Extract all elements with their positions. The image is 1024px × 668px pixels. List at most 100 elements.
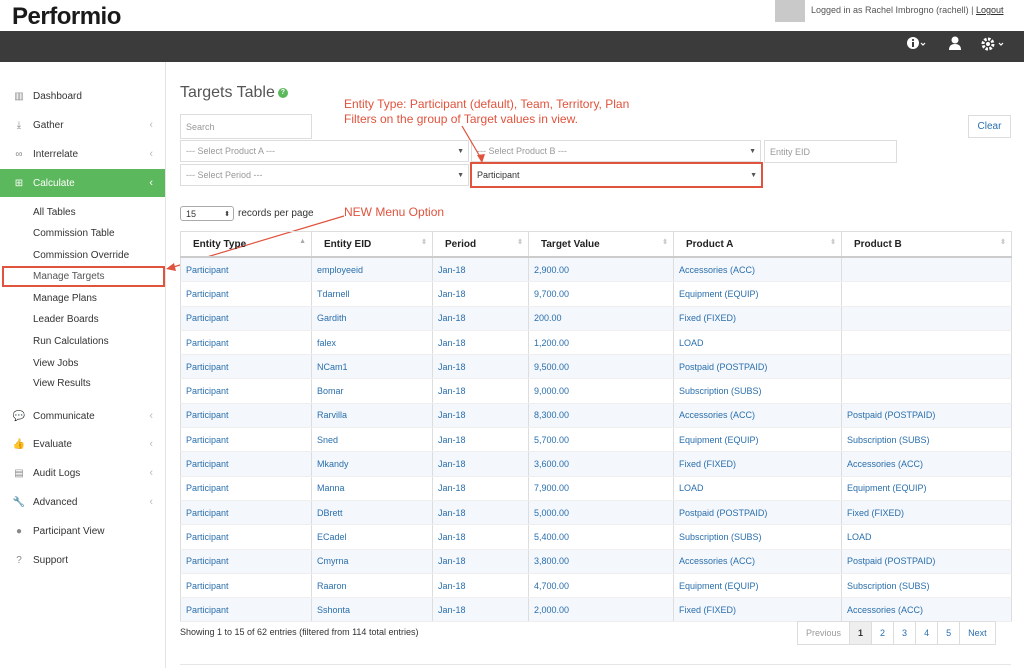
cell-product-a[interactable]: Postpaid (POSTPAID) [673,354,842,380]
cell-entity-eid[interactable]: Raaron [311,573,433,599]
pagination-previous[interactable]: Previous [797,621,851,645]
cell-period[interactable]: Jan-18 [432,549,529,574]
cell-target-value[interactable]: 9,500.00 [528,354,674,380]
cell-entity-eid[interactable]: Cmyrna [311,549,433,574]
cell-target-value[interactable]: 3,800.00 [528,549,674,574]
pagination-page-5[interactable]: 5 [937,621,961,645]
cell-target-value[interactable]: 200.00 [528,306,674,331]
table-row[interactable]: Participant Mkandy Jan-18 3,600.00 Fixed (FI… [180,451,1012,477]
cell-entity-type[interactable]: Participant [180,306,312,331]
cell-product-a[interactable]: Fixed (FIXED) [673,597,842,623]
cell-product-a[interactable]: Fixed (FIXED) [673,306,842,331]
cell-product-b[interactable] [841,281,1012,307]
cell-product-b[interactable]: Fixed (FIXED) [841,500,1012,526]
cell-product-b[interactable]: Accessories (ACC) [841,451,1012,477]
cell-entity-eid[interactable]: NCam1 [311,354,433,380]
cell-target-value[interactable]: 3,600.00 [528,451,674,477]
cell-product-a[interactable]: Fixed (FIXED) [673,451,842,477]
cell-product-b[interactable]: Postpaid (POSTPAID) [841,549,1012,574]
column-header-product-b[interactable]: Product B ⬍ [841,231,1012,258]
cell-period[interactable]: Jan-18 [432,500,529,526]
cell-product-a[interactable]: Equipment (EQUIP) [673,281,842,307]
pagination-page-4[interactable]: 4 [915,621,939,645]
table-row[interactable]: Participant Tdarnell Jan-18 9,700.00 Equipme… [180,281,1012,307]
cell-entity-type[interactable]: Participant [180,549,312,574]
cell-product-b[interactable]: Postpaid (POSTPAID) [841,403,1012,429]
column-header-entity-type[interactable]: Entity Type ▲ [180,231,312,258]
cell-entity-type[interactable]: Participant [180,573,312,599]
cell-product-b[interactable]: LOAD [841,524,1012,550]
cell-target-value[interactable]: 5,400.00 [528,524,674,550]
cell-period[interactable]: Jan-18 [432,451,529,477]
cell-product-b[interactable]: Subscription (SUBS) [841,573,1012,599]
cell-target-value[interactable]: 9,000.00 [528,378,674,404]
cell-target-value[interactable]: 5,700.00 [528,427,674,453]
cell-entity-type[interactable]: Participant [180,281,312,307]
cell-period[interactable]: Jan-18 [432,427,529,453]
cell-entity-type[interactable]: Participant [180,524,312,550]
cell-entity-type[interactable]: Participant [180,354,312,380]
cell-entity-eid[interactable]: Mkandy [311,451,433,477]
cell-entity-type[interactable]: Participant [180,330,312,356]
cell-entity-type[interactable]: Participant [180,476,312,501]
cell-product-a[interactable]: Accessories (ACC) [673,549,842,574]
cell-target-value[interactable]: 5,000.00 [528,500,674,526]
cell-product-b[interactable] [841,330,1012,356]
cell-product-a[interactable]: Accessories (ACC) [673,257,842,283]
column-header-product-a[interactable]: Product A ⬍ [673,231,842,258]
cell-product-a[interactable]: Equipment (EQUIP) [673,427,842,453]
cell-entity-type[interactable]: Participant [180,403,312,429]
cell-product-a[interactable]: LOAD [673,476,842,501]
cell-product-b[interactable] [841,378,1012,404]
cell-product-a[interactable]: Subscription (SUBS) [673,378,842,404]
table-row[interactable]: Participant falex Jan-18 1,200.00 LOAD [180,330,1012,356]
table-row[interactable]: Participant Sned Jan-18 5,700.00 Equipment (… [180,427,1012,453]
cell-entity-eid[interactable]: DBrett [311,500,433,526]
cell-period[interactable]: Jan-18 [432,378,529,404]
table-row[interactable]: Participant Raaron Jan-18 4,700.00 Equipment… [180,573,1012,599]
table-row[interactable]: Participant Manna Jan-18 7,900.00 LOAD Equipm… [180,476,1012,501]
cell-period[interactable]: Jan-18 [432,597,529,623]
cell-product-a[interactable]: LOAD [673,330,842,356]
cell-target-value[interactable]: 2,900.00 [528,257,674,283]
cell-period[interactable]: Jan-18 [432,257,529,283]
cell-period[interactable]: Jan-18 [432,306,529,331]
cell-entity-eid[interactable]: Bomar [311,378,433,404]
cell-target-value[interactable]: 4,700.00 [528,573,674,599]
cell-entity-eid[interactable]: Tdarnell [311,281,433,307]
cell-entity-type[interactable]: Participant [180,451,312,477]
cell-target-value[interactable]: 2,000.00 [528,597,674,623]
cell-entity-eid[interactable]: Manna [311,476,433,501]
pagination-page-1[interactable]: 1 [849,621,873,645]
cell-product-a[interactable]: Equipment (EQUIP) [673,573,842,599]
column-header-target-value[interactable]: Target Value ⬍ [528,231,674,258]
cell-product-a[interactable]: Subscription (SUBS) [673,524,842,550]
cell-entity-type[interactable]: Participant [180,378,312,404]
cell-entity-eid[interactable]: Gardith [311,306,433,331]
pagination-page-2[interactable]: 2 [871,621,895,645]
cell-target-value[interactable]: 8,300.00 [528,403,674,429]
column-header-entity-eid[interactable]: Entity EID ⬍ [311,231,433,258]
cell-entity-eid[interactable]: employeeid [311,257,433,283]
cell-target-value[interactable]: 9,700.00 [528,281,674,307]
pagination-next[interactable]: Next [959,621,996,645]
cell-entity-eid[interactable]: Sshonta [311,597,433,623]
cell-period[interactable]: Jan-18 [432,524,529,550]
table-row[interactable]: Participant Sshonta Jan-18 2,000.00 Fixed (F… [180,597,1012,623]
cell-entity-type[interactable]: Participant [180,500,312,526]
table-row[interactable]: Participant Cmyrna Jan-18 3,800.00 Accessori… [180,549,1012,574]
cell-entity-type[interactable]: Participant [180,427,312,453]
table-row[interactable]: Participant Gardith Jan-18 200.00 Fixed (FIX… [180,306,1012,331]
cell-period[interactable]: Jan-18 [432,354,529,380]
cell-entity-type[interactable]: Participant [180,597,312,623]
cell-period[interactable]: Jan-18 [432,281,529,307]
table-row[interactable]: Participant ECadel Jan-18 5,400.00 Subscript… [180,524,1012,550]
table-row[interactable]: Participant DBrett Jan-18 5,000.00 Postpaid … [180,500,1012,526]
pagination-page-3[interactable]: 3 [893,621,917,645]
cell-product-a[interactable]: Accessories (ACC) [673,403,842,429]
cell-product-b[interactable]: Subscription (SUBS) [841,427,1012,453]
cell-product-a[interactable]: Postpaid (POSTPAID) [673,500,842,526]
cell-entity-type[interactable]: Participant [180,257,312,283]
cell-target-value[interactable]: 1,200.00 [528,330,674,356]
table-row[interactable]: Participant NCam1 Jan-18 9,500.00 Postpaid (… [180,354,1012,380]
